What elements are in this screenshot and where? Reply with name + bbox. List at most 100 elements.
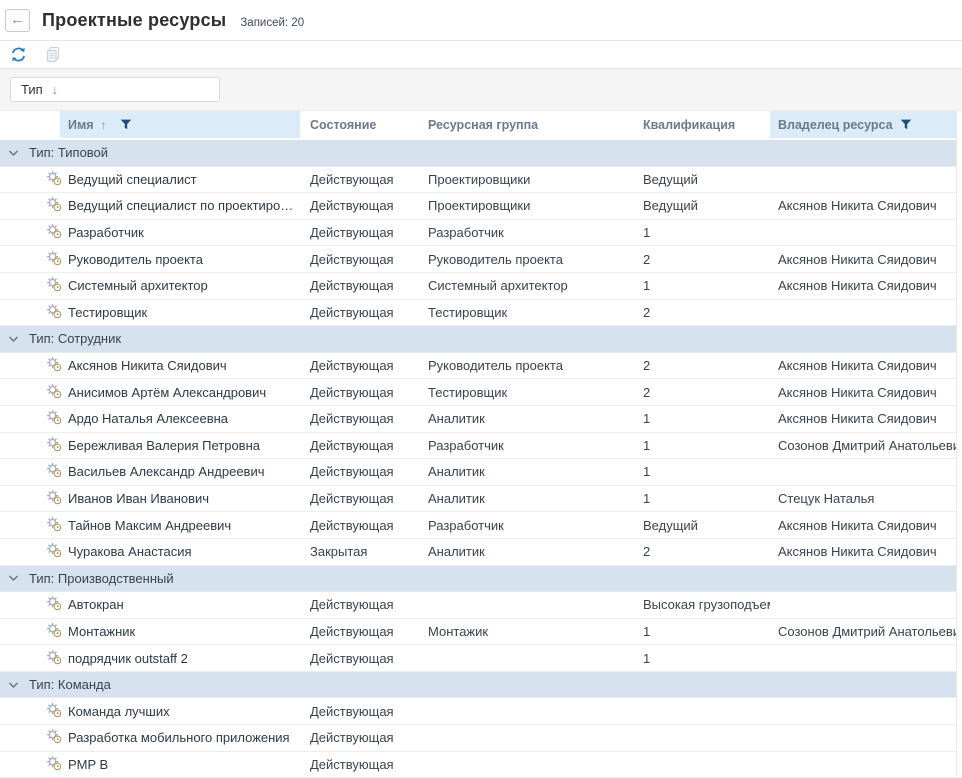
cell-resource-group: Аналитик	[420, 539, 637, 565]
cell-resource-group: Системный архитектор	[420, 273, 637, 299]
table-row[interactable]: Руководитель проектаДействующаяРуководит…	[0, 246, 962, 273]
column-header-qualification[interactable]: Квалификация	[637, 111, 770, 138]
cell-state: Действующая	[300, 406, 420, 432]
table-row[interactable]: Системный архитекторДействующаяСистемный…	[0, 273, 962, 300]
cell-owner: Аксянов Никита Сяидович	[770, 193, 962, 219]
back-button[interactable]: ←	[5, 9, 30, 32]
table-row[interactable]: ТестировщикДействующаяТестировщик2	[0, 300, 962, 327]
chevron-down-icon[interactable]	[8, 149, 19, 157]
cell-name: PMP B	[0, 752, 300, 778]
cell-owner: Аксянов Никита Сяидович	[770, 539, 962, 565]
resource-gear-clock-icon	[46, 409, 62, 428]
cell-name: Тестировщик	[0, 300, 300, 326]
column-header-state[interactable]: Состояние	[300, 111, 420, 138]
cell-state: Действующая	[300, 725, 420, 751]
cell-qualification: 2	[637, 300, 770, 326]
column-header-resource-group[interactable]: Ресурсная группа	[420, 111, 637, 138]
table-row[interactable]: АвтокранДействующаяВысокая грузоподъем..…	[0, 592, 962, 619]
refresh-button[interactable]	[9, 46, 27, 64]
table-row[interactable]: PMP BДействующая	[0, 752, 962, 778]
cell-name: Бережливая Валерия Петровна	[0, 433, 300, 459]
table-row[interactable]: Ведущий специалистДействующаяПроектировщ…	[0, 167, 962, 194]
column-header-owner[interactable]: Владелец ресурса	[770, 111, 962, 138]
copy-button[interactable]	[44, 46, 62, 64]
cell-owner: Аксянов Никита Сяидович	[770, 379, 962, 405]
resource-gear-clock-icon	[46, 595, 62, 614]
resource-gear-clock-icon	[46, 383, 62, 402]
cell-name: Васильев Александр Андреевич	[0, 459, 300, 485]
table-row[interactable]: подрядчик outstaff 2Действующая1	[0, 645, 962, 672]
group-row[interactable]: Тип: Сотрудник	[0, 326, 962, 353]
cell-state: Действующая	[300, 300, 420, 326]
resource-gear-clock-icon	[46, 755, 62, 774]
group-row[interactable]: Тип: Типовой	[0, 140, 962, 167]
cell-resource-group	[420, 752, 637, 778]
group-label: Тип: Типовой	[29, 145, 108, 160]
table-row[interactable]: МонтажникДействующаяМонтажик1Созонов Дми…	[0, 619, 962, 646]
cell-name: Тайнов Максим Андреевич	[0, 512, 300, 538]
cell-qualification: 1	[637, 273, 770, 299]
cell-resource-group: Руководитель проекта	[420, 353, 637, 379]
table-row[interactable]: РазработчикДействующаяРазработчик1	[0, 220, 962, 247]
back-arrow-icon: ←	[10, 10, 25, 30]
cell-name: Ардо Наталья Алексеевна	[0, 406, 300, 432]
cell-owner	[770, 592, 962, 618]
copy-icon	[45, 46, 61, 63]
cell-state: Действующая	[300, 459, 420, 485]
cell-state: Действующая	[300, 619, 420, 645]
group-row[interactable]: Тип: Производственный	[0, 566, 962, 593]
table-row[interactable]: Чуракова АнастасияЗакрытаяАналитик2Аксян…	[0, 539, 962, 566]
cell-resource-group	[420, 725, 637, 751]
table-row[interactable]: Разработка мобильного приложенияДействую…	[0, 725, 962, 752]
cell-resource-group: Аналитик	[420, 406, 637, 432]
table-row[interactable]: Иванов Иван ИвановичДействующаяАналитик1…	[0, 486, 962, 513]
cell-name: Ведущий специалист по проектированию	[0, 193, 300, 219]
cell-state: Действующая	[300, 220, 420, 246]
table-row[interactable]: Команда лучшихДействующая	[0, 698, 962, 725]
table-row[interactable]: Анисимов Артём АлександровичДействующаяТ…	[0, 379, 962, 406]
cell-qualification	[637, 698, 770, 724]
chevron-down-icon[interactable]	[8, 681, 19, 689]
group-row[interactable]: Тип: Команда	[0, 672, 962, 699]
resource-gear-clock-icon	[46, 276, 62, 295]
cell-qualification: 2	[637, 353, 770, 379]
column-header-name[interactable]: Имя ↑	[60, 111, 300, 138]
table-row[interactable]: Ардо Наталья АлексеевнаДействующаяАналит…	[0, 406, 962, 433]
toolbar	[0, 40, 962, 69]
resource-gear-clock-icon	[46, 622, 62, 641]
table-row[interactable]: Ведущий специалист по проектированиюДейс…	[0, 193, 962, 220]
table-row[interactable]: Бережливая Валерия ПетровнаДействующаяРа…	[0, 433, 962, 460]
filter-funnel-icon[interactable]	[900, 119, 912, 130]
cell-resource-group: Тестировщик	[420, 379, 637, 405]
table-row[interactable]: Аксянов Никита СяидовичДействующаяРуково…	[0, 353, 962, 380]
cell-name: Системный архитектор	[0, 273, 300, 299]
chevron-down-icon[interactable]	[8, 335, 19, 343]
group-by-type-chip[interactable]: Тип ↓	[10, 77, 220, 102]
cell-owner	[770, 752, 962, 778]
cell-resource-group: Руководитель проекта	[420, 246, 637, 272]
sort-descending-icon: ↓	[52, 83, 58, 97]
resource-gear-clock-icon	[46, 303, 62, 322]
cell-state: Действующая	[300, 645, 420, 671]
resource-gear-clock-icon	[46, 170, 62, 189]
cell-qualification: 1	[637, 433, 770, 459]
cell-resource-group	[420, 592, 637, 618]
chevron-down-icon[interactable]	[8, 574, 19, 582]
cell-name: Руководитель проекта	[0, 246, 300, 272]
column-header-spacer	[0, 111, 60, 138]
column-header-state-label: Состояние	[310, 118, 376, 132]
column-header-name-label: Имя	[68, 118, 94, 132]
resource-gear-clock-icon	[46, 436, 62, 455]
scrollbar-gutter[interactable]	[956, 111, 962, 776]
records-count: Записей: 20	[240, 17, 304, 29]
cell-state: Действующая	[300, 379, 420, 405]
filter-funnel-icon[interactable]	[120, 119, 132, 130]
table-row[interactable]: Васильев Александр АндреевичДействующаяА…	[0, 459, 962, 486]
resource-gear-clock-icon	[46, 250, 62, 269]
resource-gear-clock-icon	[46, 196, 62, 215]
table-row[interactable]: Тайнов Максим АндреевичДействующаяРазраб…	[0, 512, 962, 539]
cell-state: Действующая	[300, 433, 420, 459]
cell-owner	[770, 220, 962, 246]
cell-owner: Аксянов Никита Сяидович	[770, 273, 962, 299]
cell-owner	[770, 725, 962, 751]
